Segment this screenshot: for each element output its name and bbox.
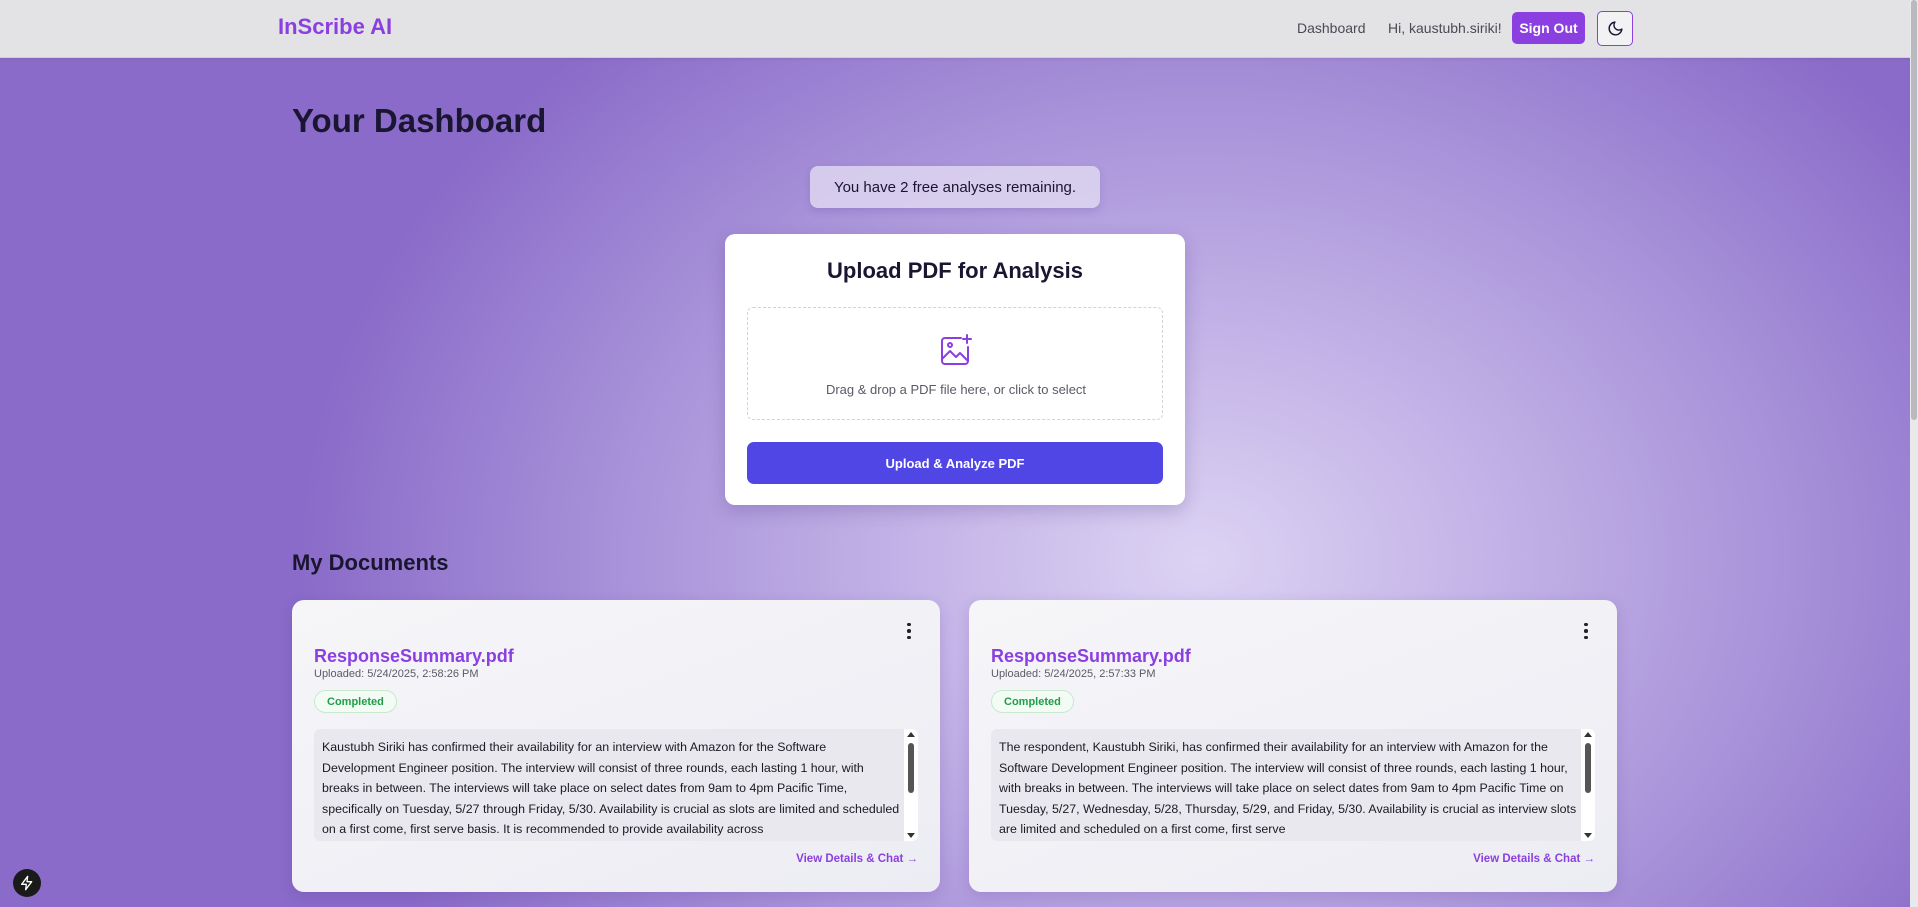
scroll-up-icon[interactable] (1584, 732, 1592, 737)
status-badge: Completed (991, 690, 1074, 713)
more-options-icon[interactable] (904, 620, 914, 642)
upload-card: Upload PDF for Analysis Drag & drop a PD… (725, 234, 1185, 505)
page-scrollbar-thumb[interactable] (1911, 0, 1917, 420)
upload-title: Upload PDF for Analysis (827, 258, 1083, 283)
top-nav-bar: InScribe AI Dashboard Hi, kaustubh.sirik… (0, 0, 1910, 58)
sign-out-button[interactable]: Sign Out (1512, 12, 1585, 44)
page-title: Your Dashboard (292, 102, 547, 139)
my-documents-heading: My Documents (292, 550, 449, 575)
dev-tools-button[interactable] (13, 869, 41, 897)
document-card: ResponseSummary.pdf Uploaded: 5/24/2025,… (292, 600, 940, 892)
moon-icon (1608, 21, 1623, 36)
document-card: ResponseSummary.pdf Uploaded: 5/24/2025,… (969, 600, 1617, 892)
document-summary[interactable]: The respondent, Kaustubh Siriki, has con… (991, 729, 1595, 841)
document-upload-date: Uploaded: 5/24/2025, 2:57:33 PM (991, 668, 1156, 680)
status-badge: Completed (314, 690, 397, 713)
lightning-icon (21, 875, 33, 891)
scroll-down-icon[interactable] (1584, 833, 1592, 838)
image-plus-icon (941, 334, 972, 365)
brand-logo[interactable]: InScribe AI (278, 14, 392, 40)
summary-text: Kaustubh Siriki has confirmed their avai… (322, 740, 900, 837)
free-analyses-notice: You have 2 free analyses remaining. (810, 166, 1100, 208)
upload-analyze-button[interactable]: Upload & Analyze PDF (747, 442, 1163, 484)
document-name[interactable]: ResponseSummary.pdf (991, 646, 1191, 667)
summary-scrollbar[interactable] (1581, 729, 1595, 841)
view-details-chat-link[interactable]: View Details & Chat → (796, 853, 918, 865)
document-upload-date: Uploaded: 5/24/2025, 2:58:26 PM (314, 668, 479, 680)
scroll-down-icon[interactable] (907, 833, 915, 838)
summary-scrollbar-thumb[interactable] (1585, 743, 1591, 793)
summary-text: The respondent, Kaustubh Siriki, has con… (999, 740, 1577, 837)
document-summary[interactable]: Kaustubh Siriki has confirmed their avai… (314, 729, 918, 841)
nav-link-dashboard[interactable]: Dashboard (1297, 20, 1366, 36)
summary-scrollbar[interactable] (904, 729, 918, 841)
user-greeting: Hi, kaustubh.siriki! (1388, 20, 1502, 36)
more-options-icon[interactable] (1581, 620, 1591, 642)
view-details-chat-link[interactable]: View Details & Chat → (1473, 853, 1595, 865)
pdf-dropzone[interactable]: Drag & drop a PDF file here, or click to… (747, 307, 1163, 420)
dropzone-text: Drag & drop a PDF file here, or click to… (825, 382, 1087, 397)
scroll-up-icon[interactable] (907, 732, 915, 737)
summary-scrollbar-thumb[interactable] (908, 743, 914, 793)
theme-toggle-button[interactable] (1597, 11, 1633, 46)
document-name[interactable]: ResponseSummary.pdf (314, 646, 514, 667)
